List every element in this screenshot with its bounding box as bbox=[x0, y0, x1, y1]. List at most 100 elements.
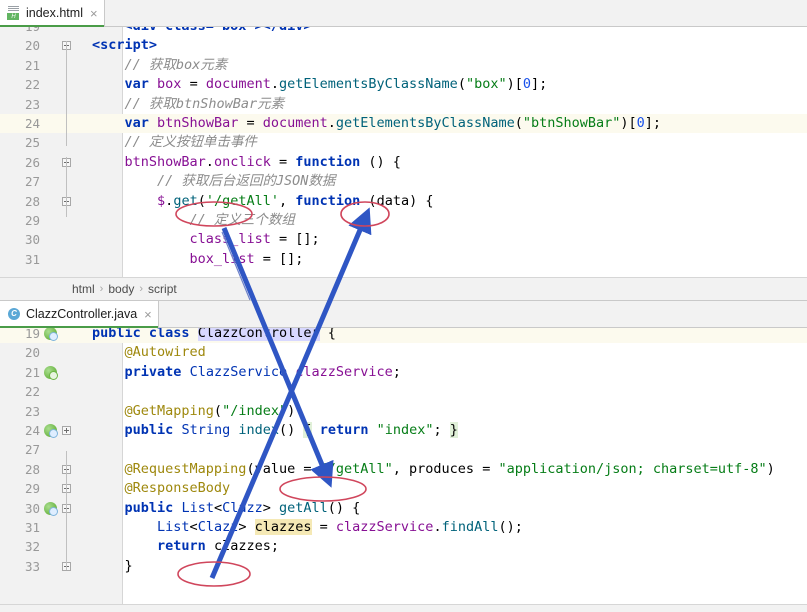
breadcrumb-item-html[interactable]: html bbox=[72, 282, 95, 296]
code-token bbox=[92, 480, 125, 496]
close-icon[interactable]: × bbox=[142, 308, 152, 321]
line-number: 23 bbox=[0, 402, 40, 421]
code-line[interactable]: 27 // 获取后台返回的JSON数据 bbox=[0, 172, 807, 191]
breadcrumb-separator: › bbox=[139, 283, 143, 295]
line-number: 31 bbox=[0, 250, 40, 269]
code-text: class_list = []; bbox=[92, 230, 320, 249]
line-number: 24 bbox=[0, 114, 40, 133]
code-line[interactable]: 29 @ResponseBody bbox=[0, 479, 807, 498]
code-text: public String index() { return "index"; … bbox=[92, 421, 458, 440]
code-line[interactable]: 26 btnShowBar.onclick = function () { bbox=[0, 153, 807, 172]
code-token: function bbox=[295, 193, 360, 209]
line-number: 32 bbox=[0, 537, 40, 556]
code-line[interactable]: 24 public String index() { return "index… bbox=[0, 421, 807, 440]
code-token: ]; bbox=[645, 115, 661, 131]
code-text: @RequestMapping(value = "/getAll", produ… bbox=[92, 460, 775, 479]
code-token: ( bbox=[360, 193, 376, 209]
code-token: document bbox=[263, 115, 328, 131]
code-line[interactable]: 33 } bbox=[0, 557, 807, 576]
code-token: ; bbox=[434, 422, 442, 438]
line-number: 30 bbox=[0, 499, 40, 518]
code-line[interactable]: 32 return clazzes; bbox=[0, 537, 807, 556]
tab-label: index.html bbox=[26, 6, 83, 20]
code-line[interactable]: 30 public List<Clazz> getAll() { bbox=[0, 499, 807, 518]
java-class-icon: C bbox=[7, 307, 21, 321]
code-text: var box = document.getElementsByClassNam… bbox=[92, 75, 547, 94]
code-token: () { bbox=[360, 154, 401, 170]
top-editor-code[interactable]: 19 <div class="box"></div>20<script>21 /… bbox=[0, 27, 807, 277]
code-token: // 获取btnShowBar元素 bbox=[92, 96, 284, 112]
code-token: data bbox=[377, 193, 410, 209]
code-line[interactable]: 29 // 定义三个数组 bbox=[0, 211, 807, 230]
code-line[interactable]: 22 bbox=[0, 382, 807, 401]
spring-bean-icon[interactable] bbox=[44, 328, 57, 340]
code-line[interactable]: 21 // 获取box元素 bbox=[0, 56, 807, 75]
code-line[interactable]: 27 bbox=[0, 440, 807, 459]
code-token: clazzService bbox=[295, 364, 393, 380]
breadcrumb-item-script[interactable]: script bbox=[148, 282, 177, 296]
close-icon[interactable]: × bbox=[88, 7, 98, 20]
line-number: 33 bbox=[0, 557, 40, 576]
code-token: public bbox=[92, 328, 141, 341]
code-text: private ClazzService clazzService; bbox=[92, 363, 401, 382]
spring-bean-icon[interactable] bbox=[44, 502, 57, 515]
code-line[interactable]: 23 // 获取btnShowBar元素 bbox=[0, 95, 807, 114]
code-token: ) bbox=[767, 461, 775, 477]
code-token: getElementsByClassName bbox=[279, 76, 458, 92]
code-token: getElementsByClassName bbox=[336, 115, 515, 131]
code-line[interactable]: 24 var btnShowBar = document.getElements… bbox=[0, 114, 807, 133]
code-token: . bbox=[433, 519, 441, 535]
code-text: public List<Clazz> getAll() { bbox=[92, 499, 360, 518]
code-token: // 获取后台返回的JSON数据 bbox=[92, 173, 335, 189]
tab-index-html[interactable]: H index.html × bbox=[0, 0, 105, 26]
code-token: ) { bbox=[409, 193, 433, 209]
code-token bbox=[181, 364, 189, 380]
bottom-editor-code[interactable]: 19public class ClazzController {20 @Auto… bbox=[0, 328, 807, 604]
code-token: ( bbox=[458, 76, 466, 92]
spring-bean-arrow-icon[interactable] bbox=[44, 366, 57, 379]
tab-clazzcontroller-java[interactable]: C ClazzController.java × bbox=[0, 301, 159, 327]
code-line[interactable]: 19public class ClazzController { bbox=[0, 328, 807, 343]
code-token: . bbox=[206, 154, 214, 170]
code-line[interactable]: 23 @GetMapping("/index") bbox=[0, 402, 807, 421]
code-token: = bbox=[181, 76, 205, 92]
code-token: btnShowBar bbox=[157, 115, 238, 131]
breadcrumb[interactable]: html›body›script bbox=[0, 277, 807, 301]
code-token: index bbox=[238, 422, 279, 438]
code-token: "/index" bbox=[222, 403, 287, 419]
code-token: @Autowired bbox=[125, 344, 206, 360]
code-token: = bbox=[312, 519, 336, 535]
line-number: 27 bbox=[0, 440, 40, 459]
code-line[interactable]: 20<script> bbox=[0, 36, 807, 55]
line-number: 27 bbox=[0, 172, 40, 191]
code-line[interactable]: 22 var box = document.getElementsByClass… bbox=[0, 75, 807, 94]
code-token: box_list bbox=[190, 251, 255, 267]
code-line[interactable]: 21 private ClazzService clazzService; bbox=[0, 363, 807, 382]
code-line[interactable]: 31 box_list = []; bbox=[0, 250, 807, 269]
code-text: public class ClazzController { bbox=[92, 328, 336, 343]
bottom-editor-tabbar: C ClazzController.java × bbox=[0, 301, 807, 328]
fold-expand-icon[interactable] bbox=[62, 426, 71, 435]
code-token: = bbox=[271, 154, 295, 170]
spring-bean-icon[interactable] bbox=[44, 424, 57, 437]
code-token bbox=[92, 519, 157, 535]
code-line[interactable]: 30 class_list = []; bbox=[0, 230, 807, 249]
code-line[interactable]: 20 @Autowired bbox=[0, 343, 807, 362]
top-editor[interactable]: 19 <div class="box"></div>20<script>21 /… bbox=[0, 27, 807, 277]
code-token bbox=[92, 251, 190, 267]
code-line[interactable]: 28 @RequestMapping(value = "/getAll", pr… bbox=[0, 460, 807, 479]
bottom-editor[interactable]: 19public class ClazzController {20 @Auto… bbox=[0, 328, 807, 604]
code-line[interactable]: 31 List<Clazz> clazzes = clazzService.fi… bbox=[0, 518, 807, 537]
bottom-breadcrumb[interactable] bbox=[0, 604, 807, 612]
fold-stem bbox=[66, 470, 67, 570]
code-token bbox=[92, 461, 125, 477]
code-line[interactable]: 25 // 定义按钮单击事件 bbox=[0, 133, 807, 152]
code-token bbox=[141, 328, 149, 341]
code-token: var bbox=[125, 115, 149, 131]
code-text: // 获取btnShowBar元素 bbox=[92, 95, 284, 114]
code-line[interactable]: 19 <div class="box"></div> bbox=[0, 27, 807, 36]
line-number: 20 bbox=[0, 36, 40, 55]
code-token bbox=[92, 538, 157, 554]
breadcrumb-item-body[interactable]: body bbox=[108, 282, 134, 296]
code-line[interactable]: 28 $.get('/getAll', function (data) { bbox=[0, 192, 807, 211]
